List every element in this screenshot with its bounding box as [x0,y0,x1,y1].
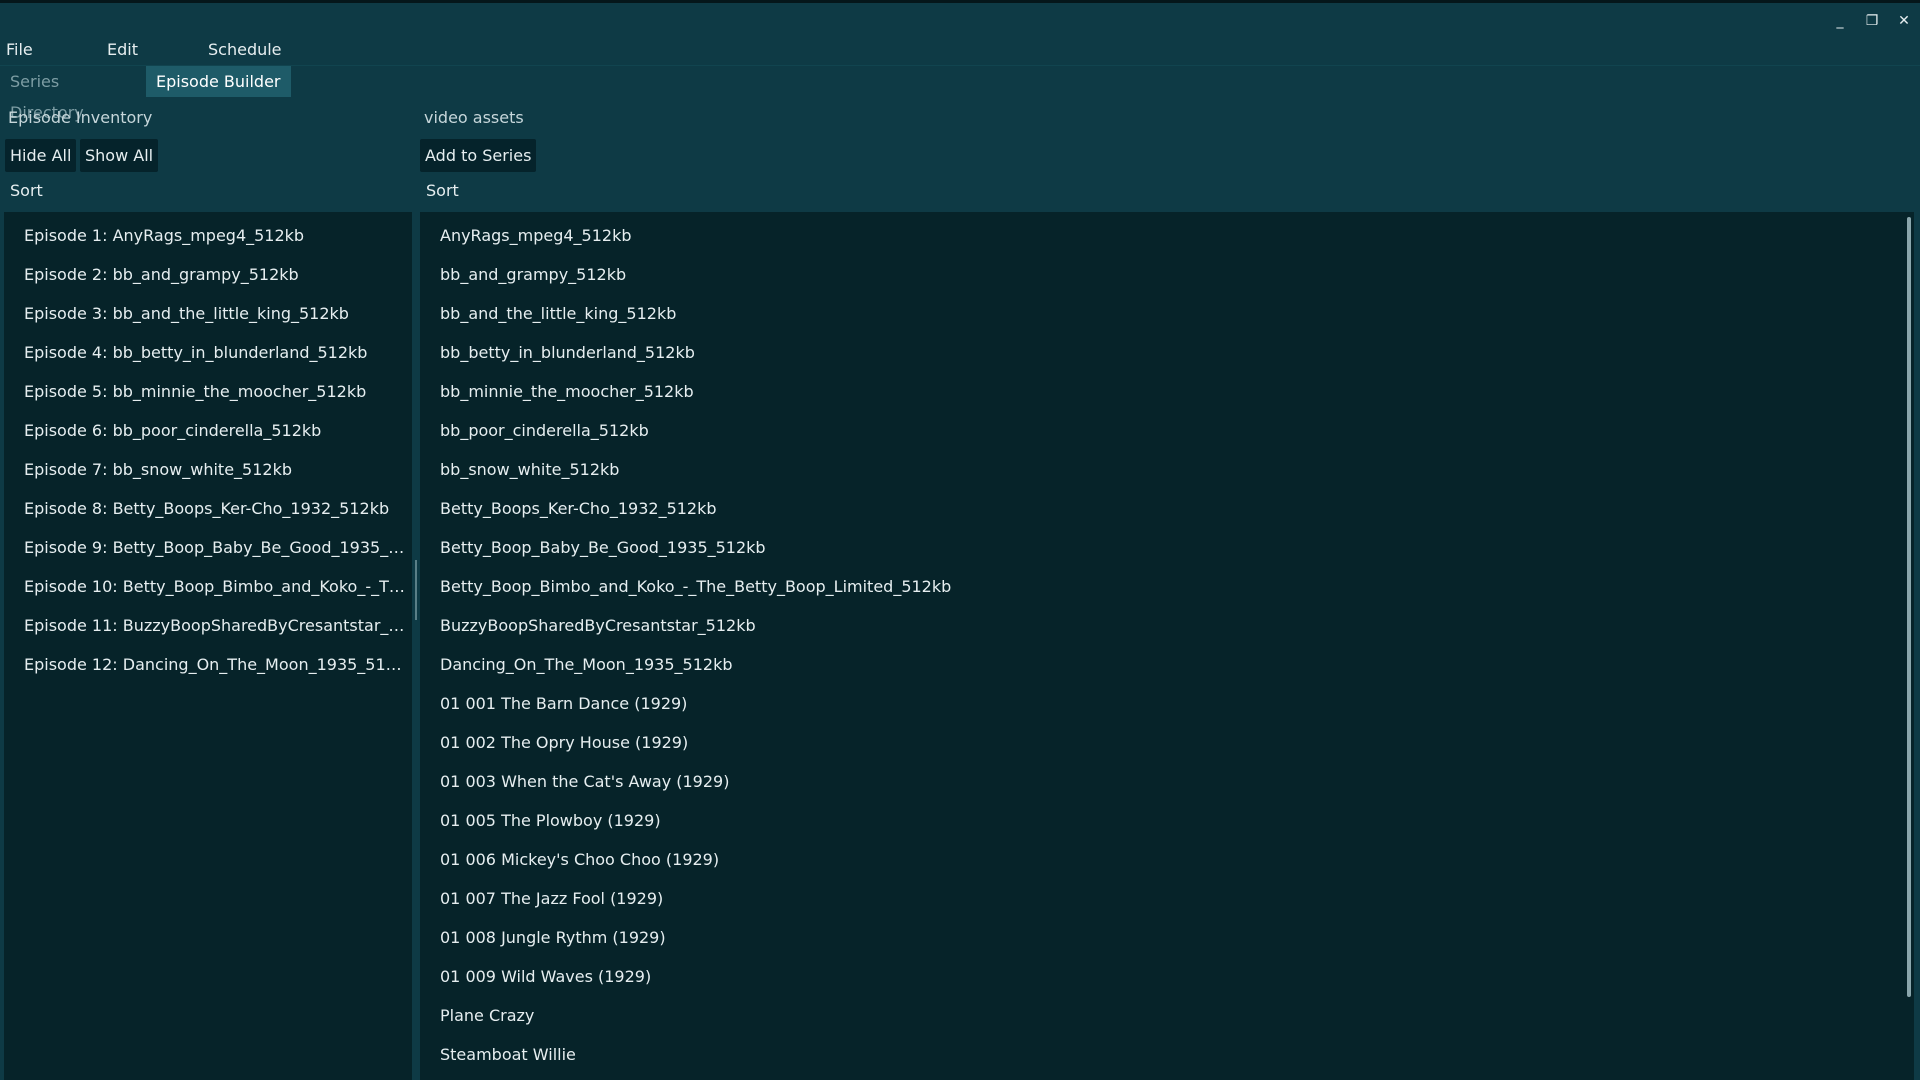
title-bar: _ ❐ ✕ [0,3,1920,43]
video-asset-list-item[interactable]: bb_betty_in_blunderland_512kb [440,333,1840,372]
add-to-series-button[interactable]: Add to Series [420,139,537,172]
window-controls: _ ❐ ✕ [1832,13,1912,29]
episode-list-item[interactable]: Episode 3: bb_and_the_little_king_512kb [24,294,407,333]
episode-list-item[interactable]: Episode 12: Dancing_On_The_Moon_1935_512… [24,645,407,684]
video-asset-list-item[interactable]: 01 003 When the Cat's Away (1929) [440,762,1840,801]
show-all-button[interactable]: Show All [80,139,159,172]
menu-file[interactable]: File [6,37,33,63]
tab-series-directory[interactable]: Series Directory [0,66,145,122]
panel-splitter-handle[interactable] [415,560,417,620]
episode-list-item[interactable]: Episode 10: Betty_Boop_Bimbo_and_Koko_-_… [24,567,407,606]
video-asset-list-item[interactable]: bb_and_grampy_512kb [440,255,1840,294]
video-asset-list-item[interactable]: 01 009 Wild Waves (1929) [440,957,1840,996]
video-asset-list-item[interactable]: 01 005 The Plowboy (1929) [440,801,1840,840]
video-asset-list-item[interactable]: Betty_Boop_Baby_Be_Good_1935_512kb [440,528,1840,567]
menu-schedule[interactable]: Schedule [208,37,282,63]
right-sort-button[interactable]: Sort [426,181,459,200]
episode-list-item[interactable]: Episode 11: BuzzyBoopSharedByCresantstar… [24,606,407,645]
video-asset-list-item[interactable]: Steamboat Willie [440,1035,1840,1074]
episode-list-item[interactable]: Episode 1: AnyRags_mpeg4_512kb [24,216,407,255]
scrollbar-thumb[interactable] [1907,217,1911,997]
hide-all-button[interactable]: Hide All [5,139,77,172]
video-asset-list-item[interactable]: Betty_Boop_Bimbo_and_Koko_-_The_Betty_Bo… [440,567,1840,606]
episode-list-item[interactable]: Episode 6: bb_poor_cinderella_512kb [24,411,407,450]
episode-inventory-list: Episode 1: AnyRags_mpeg4_512kb Episode 2:… [4,212,412,1080]
episode-list-item[interactable]: Episode 9: Betty_Boop_Baby_Be_Good_1935_… [24,528,407,567]
video-asset-list-item[interactable]: 01 007 The Jazz Fool (1929) [440,879,1840,918]
menu-edit[interactable]: Edit [107,37,138,63]
video-assets-list: AnyRags_mpeg4_512kb bb_and_grampy_512kb bb… [420,212,1914,1080]
episode-list-item[interactable]: Episode 2: bb_and_grampy_512kb [24,255,407,294]
video-asset-list-item[interactable]: 01 008 Jungle Rythm (1929) [440,918,1840,957]
video-asset-list-item[interactable]: 01 001 The Barn Dance (1929) [440,684,1840,723]
episode-list-item[interactable]: Episode 4: bb_betty_in_blunderland_512kb [24,333,407,372]
restore-icon[interactable]: ❐ [1864,13,1880,29]
video-asset-list-item[interactable]: BuzzyBoopSharedByCresantstar_512kb [440,606,1840,645]
video-asset-list-item[interactable]: 01 006 Mickey's Choo Choo (1929) [440,840,1840,879]
video-asset-list-item[interactable]: AnyRags_mpeg4_512kb [440,216,1840,255]
left-sort-button[interactable]: Sort [10,181,43,200]
video-assets-title: video assets [424,108,524,127]
video-asset-list-item[interactable]: bb_poor_cinderella_512kb [440,411,1840,450]
video-asset-list-item[interactable]: Betty_Boops_Ker-Cho_1932_512kb [440,489,1840,528]
video-asset-list-item[interactable]: bb_minnie_the_moocher_512kb [440,372,1840,411]
minimize-icon[interactable]: _ [1832,13,1848,29]
video-asset-list-item[interactable]: Dancing_On_The_Moon_1935_512kb [440,645,1840,684]
episode-list-item[interactable]: Episode 5: bb_minnie_the_moocher_512kb [24,372,407,411]
video-asset-list-item[interactable]: bb_and_the_little_king_512kb [440,294,1840,333]
video-asset-list-item[interactable]: bb_snow_white_512kb [440,450,1840,489]
episode-list-item[interactable]: Episode 8: Betty_Boops_Ker-Cho_1932_512k… [24,489,407,528]
close-icon[interactable]: ✕ [1896,13,1912,29]
video-asset-list-item[interactable]: Plane Crazy [440,996,1840,1035]
episode-inventory-title: Episode Inventory [8,108,153,127]
tab-episode-builder[interactable]: Episode Builder [146,66,291,97]
video-asset-list-item[interactable]: 01 002 The Opry House (1929) [440,723,1840,762]
episode-list-item[interactable]: Episode 7: bb_snow_white_512kb [24,450,407,489]
